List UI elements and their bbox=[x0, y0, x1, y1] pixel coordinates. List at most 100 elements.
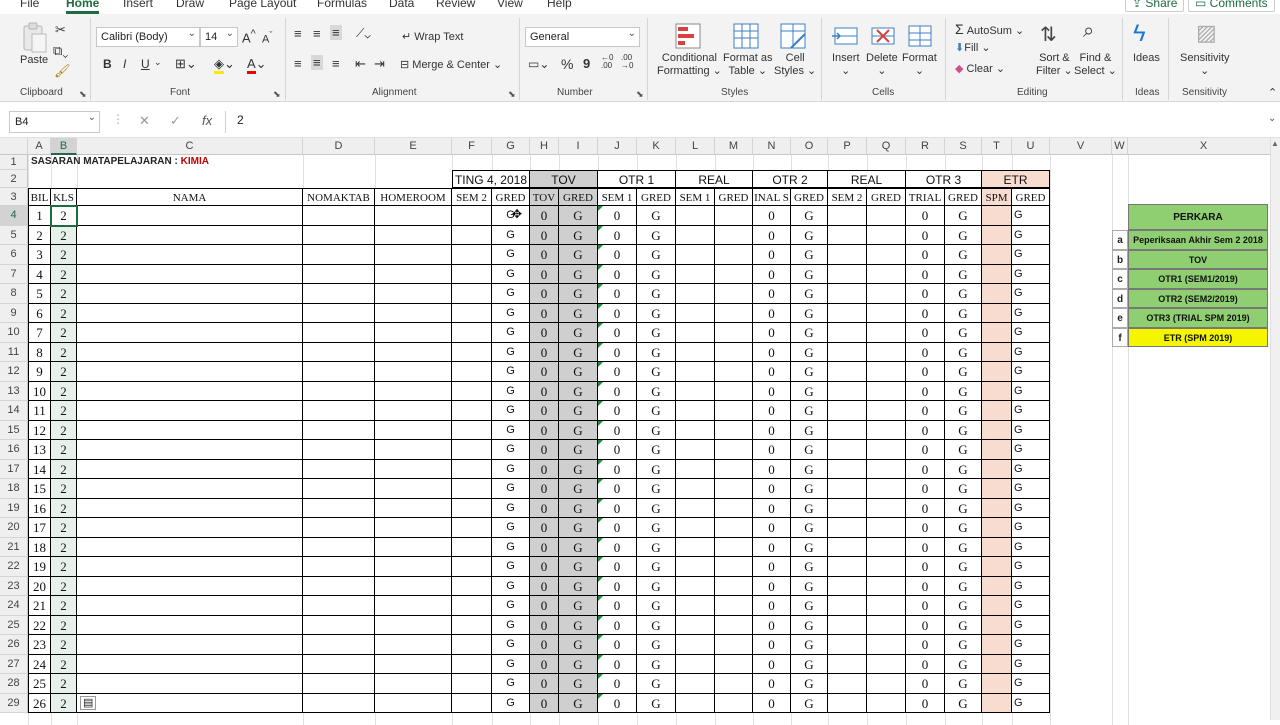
etr-gred-cell[interactable]: G bbox=[1012, 362, 1050, 382]
cell[interactable] bbox=[828, 401, 867, 421]
cell[interactable] bbox=[303, 498, 375, 518]
cell[interactable] bbox=[715, 518, 753, 538]
cell[interactable] bbox=[982, 342, 1012, 362]
score-cell[interactable]: 0 bbox=[906, 206, 945, 226]
kls-cell[interactable]: 2 bbox=[51, 264, 77, 284]
gred-cell[interactable]: G bbox=[791, 342, 828, 362]
font-name-select[interactable]: Calibri (Body) bbox=[96, 27, 200, 47]
score-cell[interactable]: 0 bbox=[598, 420, 637, 440]
cell[interactable] bbox=[77, 693, 303, 713]
cell[interactable] bbox=[303, 342, 375, 362]
cell[interactable] bbox=[676, 401, 715, 421]
gred-cell[interactable]: G bbox=[559, 576, 598, 596]
score-cell[interactable]: 0 bbox=[598, 362, 637, 382]
kls-cell[interactable]: 2 bbox=[51, 518, 77, 538]
cell[interactable] bbox=[452, 225, 492, 245]
cell[interactable] bbox=[715, 674, 753, 694]
score-cell[interactable]: 0 bbox=[598, 245, 637, 265]
kls-cell[interactable]: 2 bbox=[51, 225, 77, 245]
cell[interactable] bbox=[375, 459, 452, 479]
cell[interactable] bbox=[77, 342, 303, 362]
kls-cell[interactable]: 2 bbox=[51, 381, 77, 401]
cell[interactable] bbox=[375, 303, 452, 323]
cell[interactable] bbox=[676, 596, 715, 616]
format-button[interactable]: Format ⌄ bbox=[902, 52, 937, 78]
column-header-x[interactable]: X bbox=[1128, 138, 1280, 155]
score-cell[interactable]: 0 bbox=[598, 401, 637, 421]
gred-cell[interactable]: G bbox=[492, 264, 530, 284]
cell[interactable] bbox=[828, 576, 867, 596]
tab-draw[interactable]: Draw bbox=[176, 0, 204, 10]
gred-cell[interactable]: G bbox=[492, 635, 530, 655]
bil-cell[interactable]: 19 bbox=[28, 557, 51, 577]
borders-icon[interactable]: ⊞⌄ bbox=[175, 56, 197, 72]
gred-cell[interactable]: G bbox=[637, 498, 676, 518]
vertical-scrollbar[interactable] bbox=[1270, 138, 1280, 720]
gred-cell[interactable]: G bbox=[791, 420, 828, 440]
score-cell[interactable]: 0 bbox=[598, 381, 637, 401]
cell[interactable] bbox=[676, 284, 715, 304]
score-cell[interactable]: 0 bbox=[598, 576, 637, 596]
etr-gred-cell[interactable]: G bbox=[1012, 459, 1050, 479]
gred-cell[interactable]: G bbox=[791, 381, 828, 401]
cell[interactable] bbox=[715, 693, 753, 713]
gred-cell[interactable]: G bbox=[637, 557, 676, 577]
gred-cell[interactable]: G bbox=[945, 362, 982, 382]
score-cell[interactable]: 0 bbox=[530, 323, 559, 343]
bil-cell[interactable]: 21 bbox=[28, 596, 51, 616]
gred-cell[interactable]: G bbox=[945, 459, 982, 479]
gred-cell[interactable]: G bbox=[559, 362, 598, 382]
etr-gred-cell[interactable]: G bbox=[1012, 401, 1050, 421]
cell[interactable] bbox=[375, 420, 452, 440]
cell[interactable] bbox=[77, 440, 303, 460]
cell[interactable] bbox=[375, 206, 452, 226]
cell[interactable] bbox=[715, 615, 753, 635]
score-cell[interactable]: 0 bbox=[753, 615, 791, 635]
cell[interactable] bbox=[982, 479, 1012, 499]
gred-cell[interactable]: G bbox=[492, 284, 530, 304]
cell[interactable] bbox=[77, 362, 303, 382]
gred-cell[interactable]: G bbox=[791, 440, 828, 460]
cell[interactable] bbox=[982, 440, 1012, 460]
etr-gred-cell[interactable]: G bbox=[1012, 342, 1050, 362]
gred-cell[interactable]: G bbox=[492, 518, 530, 538]
cell[interactable] bbox=[715, 206, 753, 226]
etr-gred-cell[interactable]: G bbox=[1012, 693, 1050, 713]
kls-cell[interactable]: 2 bbox=[51, 596, 77, 616]
kls-cell[interactable]: 2 bbox=[51, 303, 77, 323]
gred-cell[interactable]: G bbox=[791, 635, 828, 655]
bil-cell[interactable]: 16 bbox=[28, 498, 51, 518]
etr-gred-cell[interactable]: G bbox=[1012, 323, 1050, 343]
gred-cell[interactable]: G bbox=[791, 479, 828, 499]
tab-help[interactable]: Help bbox=[547, 0, 572, 10]
alignment-launcher-icon[interactable]: ⬊ bbox=[508, 89, 516, 100]
cut-icon[interactable]: ✂ bbox=[55, 22, 66, 38]
score-cell[interactable]: 0 bbox=[753, 635, 791, 655]
cell[interactable] bbox=[77, 615, 303, 635]
bil-cell[interactable]: 22 bbox=[28, 615, 51, 635]
etr-gred-cell[interactable]: G bbox=[1012, 284, 1050, 304]
cell[interactable] bbox=[303, 459, 375, 479]
etr-gred-cell[interactable]: G bbox=[1012, 206, 1050, 226]
underline-dropdown-icon[interactable]: ⌄ bbox=[154, 57, 162, 68]
cell[interactable] bbox=[375, 479, 452, 499]
cell[interactable] bbox=[303, 206, 375, 226]
gred-cell[interactable]: G bbox=[559, 693, 598, 713]
cell[interactable] bbox=[375, 225, 452, 245]
score-cell[interactable]: 0 bbox=[753, 381, 791, 401]
cell[interactable] bbox=[828, 635, 867, 655]
gred-cell[interactable]: G bbox=[791, 264, 828, 284]
tab-data[interactable]: Data bbox=[389, 0, 414, 10]
gred-cell[interactable]: G bbox=[559, 440, 598, 460]
cell[interactable] bbox=[867, 323, 906, 343]
tab-page-layout[interactable]: Page Layout bbox=[229, 0, 296, 10]
align-right-icon[interactable]: ≡ bbox=[332, 56, 340, 71]
formula-input[interactable]: 2 bbox=[237, 113, 244, 127]
cell[interactable] bbox=[452, 635, 492, 655]
score-cell[interactable]: 0 bbox=[530, 362, 559, 382]
cell[interactable] bbox=[715, 479, 753, 499]
gred-cell[interactable]: G bbox=[945, 381, 982, 401]
decrease-decimal-icon[interactable]: .00 →0 bbox=[621, 54, 633, 70]
bil-cell[interactable]: 9 bbox=[28, 362, 51, 382]
gred-cell[interactable]: G bbox=[791, 674, 828, 694]
